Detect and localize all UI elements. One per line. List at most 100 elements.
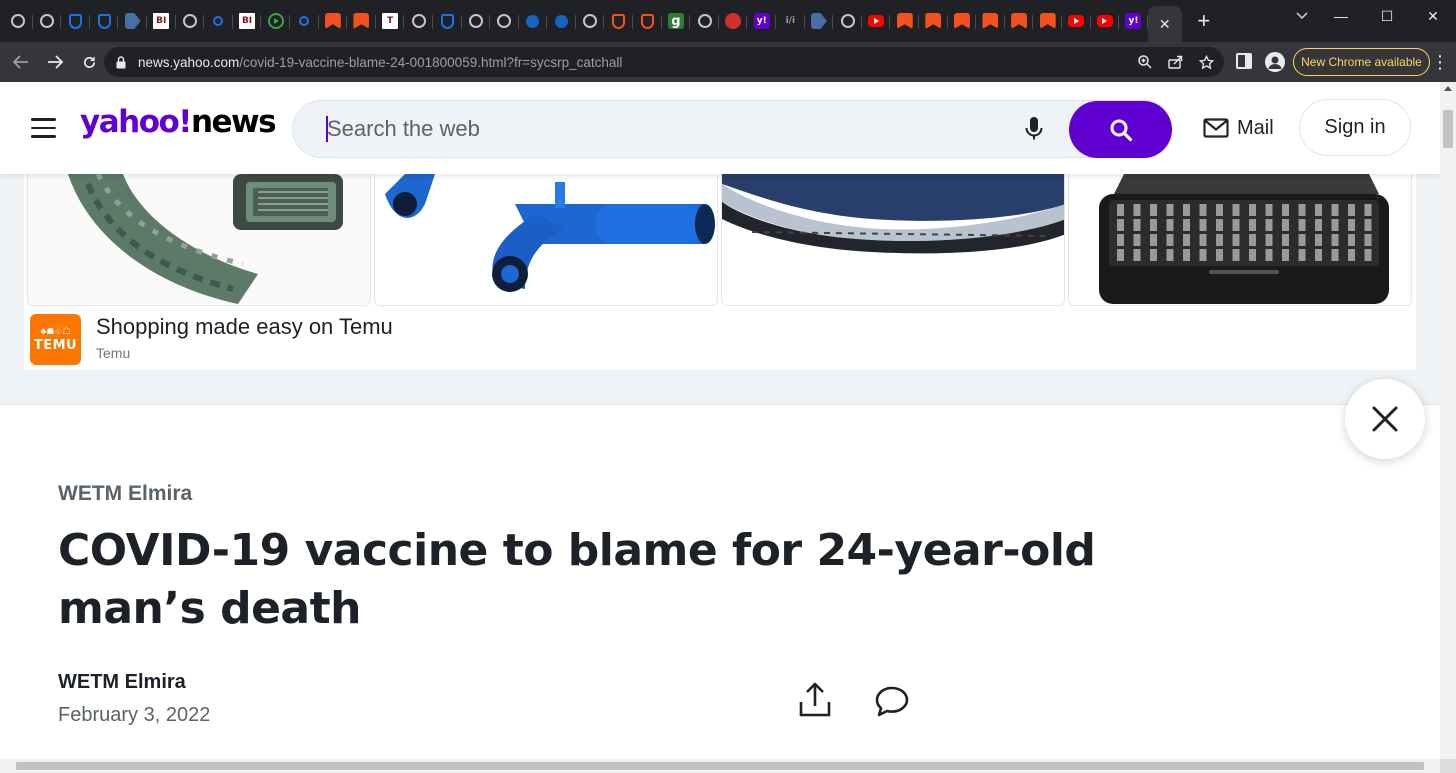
microphone-icon[interactable] (1023, 115, 1045, 143)
browser-tab[interactable] (719, 4, 748, 38)
browser-tab[interactable] (1033, 4, 1062, 38)
browser-tab[interactable] (576, 4, 605, 38)
screwdriver-bit (1150, 204, 1157, 216)
browser-tab[interactable] (633, 4, 662, 38)
browser-tab[interactable] (290, 4, 319, 38)
active-tab[interactable]: ✕ (1147, 6, 1182, 42)
back-button[interactable] (6, 47, 36, 77)
yahoo-news-logo[interactable]: yahoo!news (80, 104, 277, 140)
reload-icon (83, 56, 95, 68)
browser-tab[interactable] (61, 4, 90, 38)
browser-tab[interactable]: BI (233, 4, 262, 38)
browser-tab[interactable] (404, 4, 433, 38)
vertical-scrollbar-thumb[interactable] (1443, 110, 1453, 148)
browser-tab[interactable]: y! (1119, 4, 1148, 38)
browser-tab[interactable] (919, 4, 948, 38)
globe-icon (11, 14, 26, 28)
browser-tab[interactable]: T (376, 4, 405, 38)
browser-tab[interactable] (319, 4, 348, 38)
side-panel-icon[interactable] (1236, 53, 1252, 69)
ad-product-screwdriver-set[interactable] (1068, 174, 1412, 306)
chrome-menu-button[interactable]: ⋮ (1430, 48, 1450, 76)
new-chrome-available-button[interactable]: New Chrome available (1293, 48, 1430, 76)
browser-tab[interactable] (204, 4, 233, 38)
minimize-button[interactable]: — (1318, 0, 1364, 32)
lock-icon[interactable] (116, 55, 128, 69)
italic-icon: i/i (785, 16, 796, 26)
screwdriver-bit (1117, 249, 1124, 261)
browser-tab[interactable] (90, 4, 119, 38)
profile-avatar-icon[interactable] (1265, 52, 1285, 72)
ad-product-handlebar-extender[interactable] (374, 174, 718, 306)
browser-tab[interactable] (347, 4, 376, 38)
url-host: news.yahoo.com (138, 54, 240, 70)
ad-product-watch-band[interactable] (27, 174, 371, 306)
reload-button[interactable] (74, 47, 104, 77)
browser-tab[interactable] (976, 4, 1005, 38)
vertical-scrollbar[interactable] (1440, 82, 1456, 759)
search-input[interactable] (327, 113, 977, 145)
browser-tab[interactable] (519, 4, 548, 38)
tab-search-chevron-icon[interactable] (1288, 6, 1316, 26)
scroll-up-arrow-icon[interactable] (1444, 86, 1452, 91)
browser-tab[interactable] (890, 4, 919, 38)
window-close-button[interactable]: ✕ (1410, 0, 1456, 32)
browser-tab[interactable] (1062, 4, 1091, 38)
article-provider[interactable]: WETM Elmira (58, 482, 192, 506)
window-controls: — ☐ ✕ (1318, 0, 1456, 32)
browser-tab[interactable]: g (662, 4, 691, 38)
sign-in-button[interactable]: Sign in (1299, 99, 1411, 156)
screwdriver-bit (1364, 234, 1372, 246)
tab-close-icon[interactable]: ✕ (1159, 16, 1171, 33)
browser-tab[interactable] (176, 4, 205, 38)
screwdriver-bit (1348, 204, 1355, 216)
url-text[interactable]: news.yahoo.com/covid-19-vaccine-blame-24… (138, 55, 622, 70)
address-bar[interactable]: news.yahoo.com/covid-19-vaccine-blame-24… (104, 47, 1224, 77)
temu-logo[interactable]: ♣☗♧☖ TEMU (30, 314, 81, 365)
browser-tab[interactable] (547, 4, 576, 38)
screwdriver-bit (1364, 249, 1372, 261)
forward-button[interactable] (40, 47, 70, 77)
horizontal-scrollbar[interactable] (0, 759, 1440, 773)
new-tab-button[interactable]: + (1190, 7, 1218, 35)
bookmark-icon (925, 13, 942, 29)
comments-button[interactable] (874, 685, 910, 717)
screwdriver-bit (1183, 219, 1190, 231)
browser-tab[interactable] (862, 4, 891, 38)
browser-tab[interactable] (33, 4, 62, 38)
screwdriver-bit (1265, 234, 1273, 246)
ad-product-hiking-shoe[interactable] (721, 174, 1065, 306)
search-button[interactable] (1069, 101, 1172, 158)
browser-tab[interactable] (261, 4, 290, 38)
browser-tab[interactable] (604, 4, 633, 38)
browser-tab[interactable] (118, 4, 147, 38)
share-button[interactable] (798, 682, 832, 718)
browser-tab[interactable]: BI (147, 4, 176, 38)
screwdriver-bit (1150, 234, 1157, 246)
browser-tab[interactable] (462, 4, 491, 38)
maximize-button[interactable]: ☐ (1364, 0, 1410, 32)
browser-tab[interactable]: i/i (776, 4, 805, 38)
temu-ad-card[interactable]: ♣☗♧☖ TEMU Shopping made easy on Temu Tem… (24, 174, 1416, 370)
browser-tab[interactable] (490, 4, 519, 38)
hamburger-menu-icon[interactable] (31, 118, 56, 138)
browser-tab[interactable] (4, 4, 33, 38)
browser-tab[interactable] (1091, 4, 1120, 38)
bookmark-star-icon[interactable] (1197, 53, 1215, 71)
ad-title[interactable]: Shopping made easy on Temu (96, 314, 393, 340)
browser-tab[interactable] (1005, 4, 1034, 38)
browser-tab[interactable] (690, 4, 719, 38)
browser-tab[interactable] (433, 4, 462, 38)
mail-link[interactable]: Mail (1203, 112, 1274, 144)
search-icon (213, 16, 224, 26)
horizontal-scrollbar-thumb[interactable] (16, 762, 1424, 770)
screwdriver-bit (1331, 219, 1339, 231)
browser-tab[interactable] (948, 4, 977, 38)
close-ad-button[interactable] (1345, 379, 1425, 459)
zoom-icon[interactable] (1136, 53, 1154, 71)
browser-tab[interactable]: y! (747, 4, 776, 38)
screwdriver-bit (1216, 219, 1223, 231)
browser-tab[interactable] (805, 4, 834, 38)
browser-tab[interactable] (833, 4, 862, 38)
share-page-icon[interactable] (1166, 53, 1184, 71)
